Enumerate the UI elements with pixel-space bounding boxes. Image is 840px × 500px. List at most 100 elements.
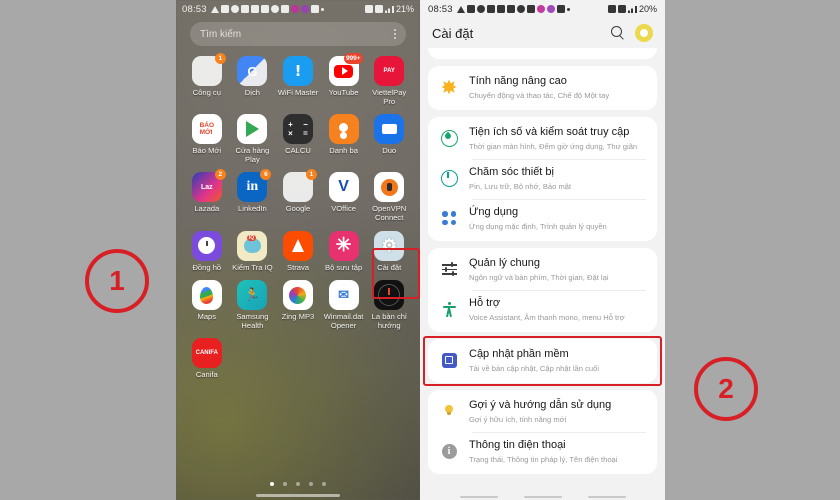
annotation-marker-2: 2 bbox=[694, 357, 758, 421]
app-label: Đồng hồ bbox=[192, 262, 222, 272]
purple-dot-icon bbox=[300, 5, 309, 13]
contacts-icon bbox=[328, 114, 359, 145]
settings-row-subtitle: Voice Assistant, Âm thanh mono, menu Hỗ … bbox=[469, 313, 625, 322]
folder-icon: 1 bbox=[191, 53, 226, 86]
settings-row-title: Hỗ trợ bbox=[469, 297, 501, 309]
settings-row[interactable]: Hỗ trợ Voice Assistant, Âm thanh mono, me… bbox=[428, 290, 657, 330]
settings-row-text: Cập nhật phần mềm Tải về bản cập nhật, Cậ… bbox=[469, 348, 646, 374]
settings-row[interactable]: Quản lý chung Ngôn ngữ và bàn phím, Thời … bbox=[428, 250, 657, 290]
app-icon-viettelpay-pro[interactable]: PAY ViettelPay Pro bbox=[366, 56, 412, 106]
clock-icon bbox=[191, 230, 222, 261]
search-icon[interactable] bbox=[610, 25, 626, 41]
app-icon-d-ch[interactable]: G Dịch bbox=[230, 56, 276, 106]
app-label: WiFi Master bbox=[277, 88, 319, 97]
page-dot[interactable] bbox=[322, 482, 326, 486]
app-icon-zing-mp3[interactable]: Zing MP3 bbox=[275, 280, 321, 330]
app-label: Google bbox=[285, 204, 311, 214]
settings-row[interactable]: Cập nhật phần mềm Tải về bản cập nhật, Cậ… bbox=[428, 341, 657, 381]
app-icon-maps[interactable]: Maps bbox=[184, 280, 230, 330]
dot-icon bbox=[320, 7, 324, 11]
settings-header: Cài đặt bbox=[420, 18, 665, 48]
app-icon-winmail-dat-opener[interactable]: ✉ Winmail.dat Opener bbox=[321, 280, 367, 330]
translate-icon: G bbox=[237, 56, 268, 86]
page-dot[interactable] bbox=[309, 482, 313, 486]
apps-icon bbox=[438, 207, 460, 229]
settings-card: Tính năng nâng cao Chuyển động và thao tá… bbox=[428, 66, 657, 110]
app-icon-google[interactable]: 1 Google bbox=[275, 169, 321, 222]
app-icon-danh-b[interactable]: Danh bạ bbox=[321, 114, 367, 164]
strava-icon bbox=[282, 230, 313, 261]
settings-row[interactable]: Gợi ý và hướng dẫn sử dụng Gợi ý hữu ích,… bbox=[428, 392, 657, 432]
status-icon-group bbox=[210, 5, 365, 13]
software-update-highlight: Cập nhật phần mềm Tải về bản cập nhật, Cậ… bbox=[423, 336, 662, 386]
voffice-icon: V bbox=[328, 172, 359, 203]
app-icon-lazada[interactable]: Laz 2 Lazada bbox=[184, 169, 230, 222]
status-right-group: 21% bbox=[364, 4, 414, 14]
app-label: Samsung Health bbox=[236, 312, 269, 330]
app-label: Strava bbox=[287, 262, 309, 272]
app-icon-ng-h[interactable]: Đồng hồ bbox=[184, 230, 230, 273]
app-icon-youtube[interactable]: 999+ YouTube bbox=[321, 53, 367, 106]
star-icon bbox=[438, 76, 460, 98]
image-icon bbox=[310, 5, 319, 13]
sliders-icon bbox=[438, 258, 460, 280]
app-icon-samsung-health[interactable]: 🏃 Samsung Health bbox=[230, 280, 276, 330]
app-icon-duo[interactable]: Duo bbox=[366, 114, 412, 164]
settings-row[interactable]: Tính năng nâng cao Chuyển động và thao tá… bbox=[428, 68, 657, 108]
app-icon bbox=[280, 5, 289, 13]
digital-wellbeing-icon bbox=[438, 127, 460, 149]
settings-row[interactable]: i Thông tin điện thoại Trạng thái, Thông t… bbox=[428, 432, 657, 472]
page-dot[interactable] bbox=[296, 482, 300, 486]
app-label: CALCU bbox=[285, 146, 311, 156]
settings-row-subtitle: Ngôn ngữ và bàn phím, Thời gian, Đặt lại bbox=[469, 273, 609, 282]
battery-percent: 21% bbox=[395, 4, 414, 14]
home-gesture-bar[interactable] bbox=[256, 494, 340, 497]
app-icon-b-s-u-t-p[interactable]: ✳ Bộ sưu tập bbox=[321, 230, 367, 273]
app-icon-b-o-m-i[interactable]: BÁO MỚI Báo Mới bbox=[184, 114, 230, 164]
status-time: 08:53 bbox=[428, 3, 453, 15]
settings-row[interactable]: Tiện ích số và kiểm soát truy cập Thời gi… bbox=[428, 119, 657, 159]
page-dot[interactable] bbox=[283, 482, 287, 486]
baomoi-icon: BÁO MỚI bbox=[191, 114, 222, 145]
settings-row-title: Ứng dụng bbox=[469, 206, 519, 218]
settings-row-subtitle: Tải về bản cập nhật, Cập nhật lần cuối bbox=[469, 364, 600, 373]
app-icon-c-a-h-ng-play[interactable]: Cửa hàng Play bbox=[230, 114, 276, 164]
app-icon-voffice[interactable]: V VOffice bbox=[321, 172, 367, 222]
app-icon-ki-m-tra-iq[interactable]: IQ Kiểm Tra IQ bbox=[230, 230, 276, 273]
do-not-disturb-icon bbox=[516, 5, 525, 13]
wifi-icon bbox=[617, 5, 626, 13]
app-icon-openvpn-connect[interactable]: OpenVPN Connect bbox=[366, 172, 412, 222]
app-icon-calcu[interactable]: + − × = CALCU bbox=[275, 114, 321, 164]
info-icon: i bbox=[438, 440, 460, 462]
bulb-icon bbox=[438, 400, 460, 422]
search-placeholder: Tìm kiếm bbox=[200, 28, 242, 40]
viettelpay-icon: PAY bbox=[374, 56, 405, 86]
app-label: Dịch bbox=[244, 88, 260, 97]
app-icon-strava[interactable]: Strava bbox=[275, 230, 321, 273]
settings-row[interactable]: Ứng dụng Ứng dụng mặc định, Trình quản lý… bbox=[428, 199, 657, 239]
profile-avatar[interactable] bbox=[635, 24, 653, 42]
kebab-menu-icon[interactable] bbox=[394, 29, 396, 39]
page-dot[interactable] bbox=[270, 482, 274, 486]
settings-screen: 08:53 20% Cài đặt Tính năng nâng cao Chu… bbox=[420, 0, 665, 500]
app-icon-linkedin[interactable]: in 6 LinkedIn bbox=[230, 169, 276, 222]
settings-row[interactable]: Chăm sóc thiết bị Pin, Lưu trữ, Bộ nhớ, B… bbox=[428, 159, 657, 199]
status-right-group: 20% bbox=[607, 4, 657, 14]
home-status-bar: 08:53 21% bbox=[176, 0, 420, 18]
settings-card-partial[interactable] bbox=[428, 48, 657, 59]
app-icon-canifa[interactable]: CANIFA Canifa bbox=[184, 338, 230, 380]
settings-row-subtitle: Gợi ý hữu ích, tính năng mới bbox=[469, 415, 567, 424]
search-input[interactable]: Tìm kiếm bbox=[190, 22, 406, 46]
mute-icon bbox=[607, 5, 616, 13]
app-label: YouTube bbox=[328, 88, 359, 97]
status-icon-group bbox=[456, 5, 608, 13]
app-icon bbox=[526, 5, 535, 13]
battery-percent: 20% bbox=[638, 4, 657, 14]
wifi-icon: ! bbox=[282, 56, 313, 86]
settings-list[interactable]: Tính năng nâng cao Chuyển động và thao tá… bbox=[420, 48, 665, 500]
app-label: Danh bạ bbox=[329, 146, 358, 156]
app-icon-c-ng-c[interactable]: 1 Công cụ bbox=[184, 53, 230, 106]
upload-icon bbox=[250, 5, 259, 13]
settings-gesture-bar bbox=[420, 495, 665, 498]
app-icon-wifi-master[interactable]: ! WiFi Master bbox=[275, 56, 321, 106]
